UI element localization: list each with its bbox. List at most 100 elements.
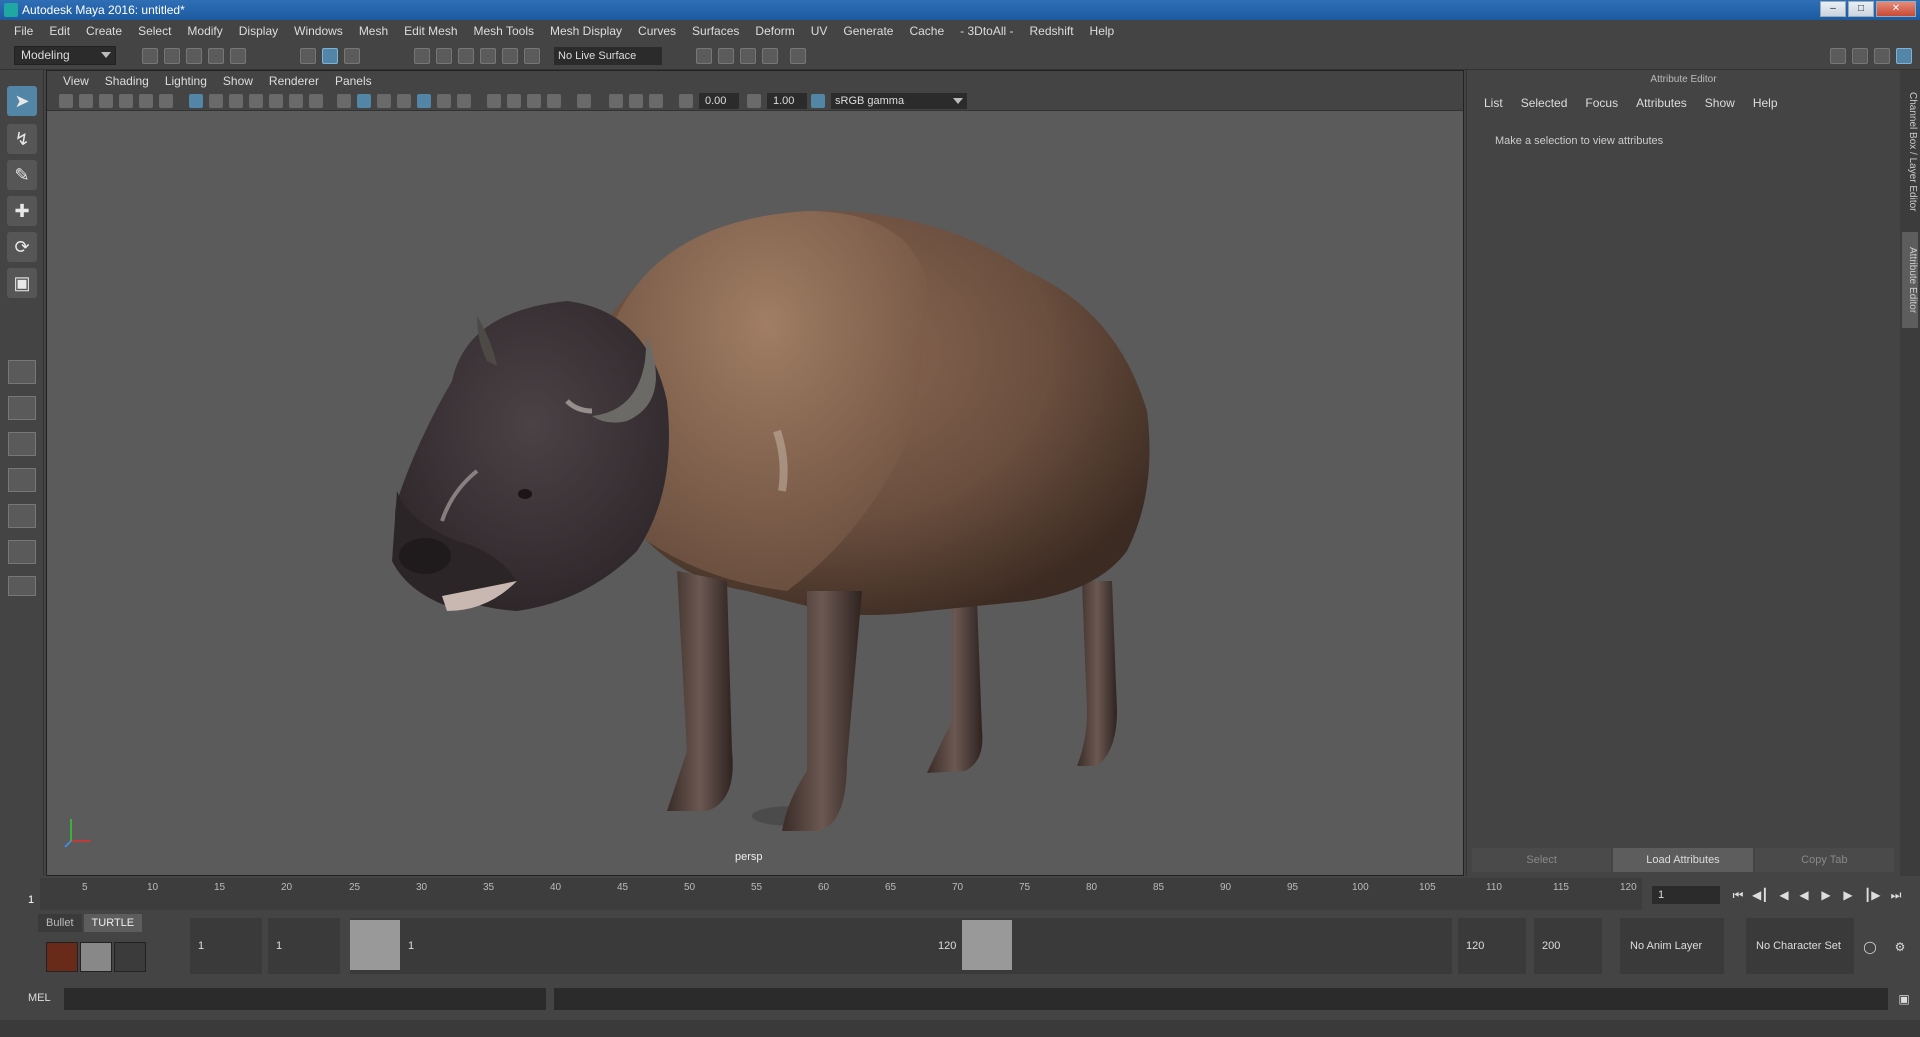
panel-menu-panels[interactable]: Panels bbox=[327, 74, 380, 88]
step-forward-frame-icon[interactable]: ▶ bbox=[1840, 888, 1856, 902]
redo-icon[interactable] bbox=[230, 48, 246, 64]
copy-tab-button[interactable]: Copy Tab bbox=[1754, 848, 1894, 872]
shelf-tab-turtle[interactable]: TURTLE bbox=[83, 914, 143, 932]
play-forward-icon[interactable]: ▶ bbox=[1818, 888, 1834, 902]
safe-action-icon[interactable] bbox=[289, 94, 303, 108]
menu-mesh[interactable]: Mesh bbox=[351, 24, 396, 38]
menu-display[interactable]: Display bbox=[231, 24, 286, 38]
2d-pan-zoom-icon[interactable] bbox=[139, 94, 153, 108]
menu-surfaces[interactable]: Surfaces bbox=[684, 24, 747, 38]
camera-attributes-icon[interactable] bbox=[79, 94, 93, 108]
step-back-key-icon[interactable]: ◀┃ bbox=[1752, 888, 1768, 902]
range-end-handle[interactable] bbox=[962, 920, 1012, 970]
tab-attribute-editor[interactable]: Attribute Editor bbox=[1902, 232, 1918, 328]
panel-menu-renderer[interactable]: Renderer bbox=[261, 74, 327, 88]
menu-windows[interactable]: Windows bbox=[286, 24, 351, 38]
channel-box-toggle-icon[interactable] bbox=[1896, 48, 1912, 64]
move-tool[interactable]: ✚ bbox=[7, 196, 37, 226]
isolate-select-icon[interactable] bbox=[577, 94, 591, 108]
tab-channel-box[interactable]: Channel Box / Layer Editor bbox=[1902, 82, 1918, 222]
current-frame-field[interactable]: 1 bbox=[1652, 886, 1720, 904]
snap-point-icon[interactable] bbox=[458, 48, 474, 64]
xray-joints-icon[interactable] bbox=[629, 94, 643, 108]
go-to-end-icon[interactable]: ⏭ bbox=[1888, 888, 1904, 902]
gamma-field[interactable]: 1.00 bbox=[767, 93, 807, 109]
resolution-gate-icon[interactable] bbox=[229, 94, 243, 108]
menu-create[interactable]: Create bbox=[78, 24, 130, 38]
menu-help[interactable]: Help bbox=[1082, 24, 1123, 38]
ae-menu-list[interactable]: List bbox=[1475, 96, 1512, 110]
mel-input[interactable] bbox=[64, 988, 546, 1010]
snap-grid-icon[interactable] bbox=[414, 48, 430, 64]
animation-end-field[interactable]: 200 bbox=[1534, 918, 1602, 974]
view-transform-select[interactable]: sRGB gamma bbox=[831, 93, 967, 109]
use-all-lights-icon[interactable] bbox=[437, 94, 451, 108]
tool-settings-icon[interactable] bbox=[1874, 48, 1890, 64]
menu-mesh-tools[interactable]: Mesh Tools bbox=[466, 24, 542, 38]
select-hierarchy-icon[interactable] bbox=[300, 48, 316, 64]
maximize-button[interactable]: □ bbox=[1848, 1, 1874, 17]
3d-viewport[interactable]: persp bbox=[47, 111, 1463, 875]
select-tool[interactable]: ➤ bbox=[7, 86, 37, 116]
menu-set-selector[interactable]: Modeling bbox=[14, 46, 116, 65]
field-chart-icon[interactable] bbox=[269, 94, 283, 108]
menu-mesh-display[interactable]: Mesh Display bbox=[542, 24, 630, 38]
attribute-editor-toggle-icon[interactable] bbox=[1852, 48, 1868, 64]
load-attributes-button[interactable]: Load Attributes bbox=[1613, 848, 1753, 872]
auto-key-icon[interactable]: ◯ bbox=[1862, 940, 1878, 954]
select-object-icon[interactable] bbox=[322, 48, 338, 64]
menu-deform[interactable]: Deform bbox=[747, 24, 802, 38]
character-set-select[interactable]: No Character Set bbox=[1746, 918, 1854, 974]
menu-curves[interactable]: Curves bbox=[630, 24, 684, 38]
panel-menu-shading[interactable]: Shading bbox=[97, 74, 157, 88]
ipr-render-icon[interactable] bbox=[740, 48, 756, 64]
ae-menu-help[interactable]: Help bbox=[1744, 96, 1787, 110]
menu-select[interactable]: Select bbox=[130, 24, 179, 38]
color-management-icon[interactable] bbox=[811, 94, 825, 108]
go-to-start-icon[interactable]: ⏮ bbox=[1730, 888, 1746, 902]
ae-select-button[interactable]: Select bbox=[1472, 848, 1612, 872]
xray-components-icon[interactable] bbox=[649, 94, 663, 108]
sphere-material-icon[interactable] bbox=[114, 942, 146, 972]
render-frame-icon[interactable] bbox=[718, 48, 734, 64]
paint-select-tool[interactable]: ✎ bbox=[7, 160, 37, 190]
panel-menu-lighting[interactable]: Lighting bbox=[157, 74, 215, 88]
textured-icon[interactable] bbox=[417, 94, 431, 108]
outliner-layout-button[interactable] bbox=[8, 468, 36, 492]
bake-icon[interactable] bbox=[80, 942, 112, 972]
close-button[interactable]: ✕ bbox=[1876, 1, 1916, 17]
gamma-icon[interactable] bbox=[747, 94, 761, 108]
mel-label[interactable]: MEL bbox=[28, 992, 51, 1004]
film-gate-icon[interactable] bbox=[209, 94, 223, 108]
shadows-icon[interactable] bbox=[457, 94, 471, 108]
two-pane-layout-button[interactable] bbox=[8, 432, 36, 456]
render-flame-icon[interactable] bbox=[46, 942, 78, 972]
rotate-tool[interactable]: ⟳ bbox=[7, 232, 37, 262]
graph-editor-layout-button[interactable] bbox=[8, 504, 36, 528]
menu-edit[interactable]: Edit bbox=[41, 24, 78, 38]
safe-title-icon[interactable] bbox=[309, 94, 323, 108]
history-icon[interactable] bbox=[524, 48, 540, 64]
motion-blur-icon[interactable] bbox=[507, 94, 521, 108]
xray-icon[interactable] bbox=[609, 94, 623, 108]
time-slider-track[interactable]: 5 10 15 20 25 30 35 40 45 50 55 60 65 70… bbox=[40, 878, 1642, 910]
range-slider[interactable]: 1 120 bbox=[350, 918, 1452, 974]
hypershade-icon[interactable] bbox=[790, 48, 806, 64]
shelf-tab-bullet[interactable]: Bullet bbox=[38, 914, 82, 932]
step-forward-key-icon[interactable]: ┃▶ bbox=[1864, 888, 1880, 902]
minimize-button[interactable]: – bbox=[1820, 1, 1846, 17]
snap-surface-icon[interactable] bbox=[502, 48, 518, 64]
snap-view-plane-icon[interactable] bbox=[480, 48, 496, 64]
live-surface-field[interactable]: No Live Surface bbox=[554, 47, 662, 65]
playback-start-field[interactable]: 1 bbox=[268, 918, 340, 974]
gate-mask-icon[interactable] bbox=[249, 94, 263, 108]
smooth-shade-icon[interactable] bbox=[357, 94, 371, 108]
wireframe-on-shaded-icon[interactable] bbox=[397, 94, 411, 108]
single-pane-layout-button[interactable] bbox=[8, 360, 36, 384]
undo-icon[interactable] bbox=[208, 48, 224, 64]
panel-menu-show[interactable]: Show bbox=[215, 74, 261, 88]
default-lighting-icon[interactable] bbox=[377, 94, 391, 108]
hypershade-layout-button[interactable] bbox=[8, 540, 36, 564]
ae-menu-attributes[interactable]: Attributes bbox=[1627, 96, 1696, 110]
wireframe-icon[interactable] bbox=[337, 94, 351, 108]
